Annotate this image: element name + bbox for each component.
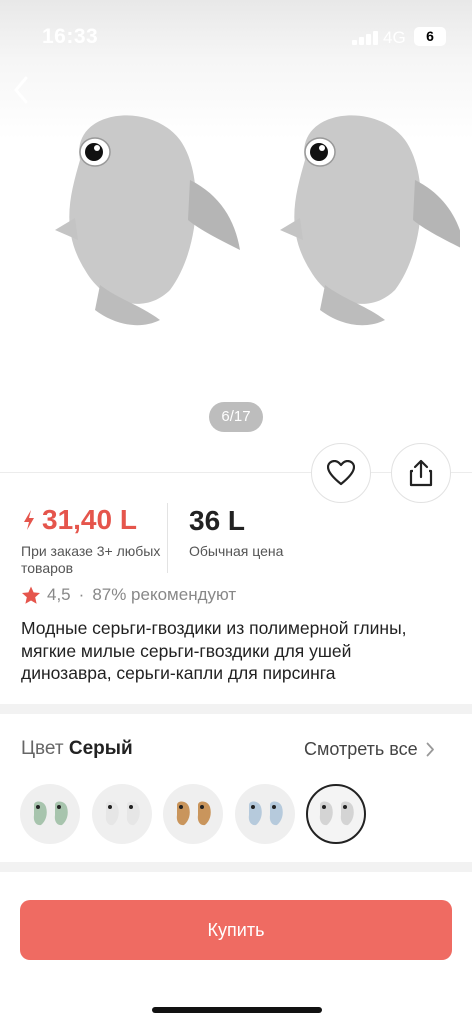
section-divider xyxy=(0,704,472,714)
network-type: 4G xyxy=(383,28,406,47)
lightning-icon xyxy=(24,510,34,530)
battery-icon: 6 xyxy=(414,27,446,46)
product-title: Модные серьги-гвоздики из полимерной гли… xyxy=(21,618,407,683)
rating-row[interactable]: 4,5 · 87% рекомендуют xyxy=(21,585,236,605)
color-swatch-white-black[interactable] xyxy=(91,784,152,844)
recommend-text: 87% рекомендуют xyxy=(92,585,237,604)
rating-value: 4,5 xyxy=(47,585,71,604)
heart-icon xyxy=(327,460,355,486)
sale-price: 31,40 L xyxy=(22,504,137,536)
home-indicator xyxy=(152,1007,322,1013)
see-all-label: Смотреть все xyxy=(304,739,418,759)
see-all-link[interactable]: Смотреть все xyxy=(304,739,435,760)
color-swatch-green[interactable] xyxy=(20,784,80,844)
color-swatch-light-blue[interactable] xyxy=(234,784,295,844)
earring-thumbnail xyxy=(319,801,354,826)
earring-thumbnail xyxy=(248,801,283,826)
chevron-left-icon xyxy=(14,76,28,104)
status-time: 16:33 xyxy=(42,25,99,48)
share-icon xyxy=(409,459,433,487)
color-label: Цвет Серый xyxy=(21,738,133,760)
image-counter: 6/17 xyxy=(209,402,263,432)
color-selected-value: Серый xyxy=(68,738,133,759)
signal-icon xyxy=(352,31,378,45)
earring-thumbnail xyxy=(176,801,211,826)
share-button[interactable] xyxy=(391,443,451,503)
chevron-right-icon xyxy=(426,742,434,757)
price-separator xyxy=(167,503,168,573)
buy-button[interactable]: Купить xyxy=(20,900,452,960)
product-gallery[interactable]: 16:33 4G 6 6/17 xyxy=(0,0,472,472)
product-image xyxy=(55,114,460,326)
back-button[interactable] xyxy=(6,72,36,108)
color-swatches xyxy=(20,784,378,844)
favorite-button[interactable] xyxy=(311,443,371,503)
color-swatch-brown[interactable] xyxy=(163,784,223,844)
earring-thumbnail xyxy=(33,801,68,826)
rating-separator: · xyxy=(78,585,85,604)
status-bar: 16:33 4G 6 xyxy=(0,0,472,72)
regular-price-value: 36 L xyxy=(189,505,246,536)
regular-price-note: Обычная цена xyxy=(189,543,284,559)
star-icon xyxy=(22,586,40,604)
sale-price-value: 31,40 L xyxy=(42,504,137,535)
earring-thumbnail xyxy=(105,801,140,826)
sale-price-note: При заказе 3+ любых товаров xyxy=(21,543,161,576)
color-label-text: Цвет xyxy=(21,738,64,759)
section-divider xyxy=(0,862,472,872)
color-swatch-gray[interactable] xyxy=(306,784,366,844)
